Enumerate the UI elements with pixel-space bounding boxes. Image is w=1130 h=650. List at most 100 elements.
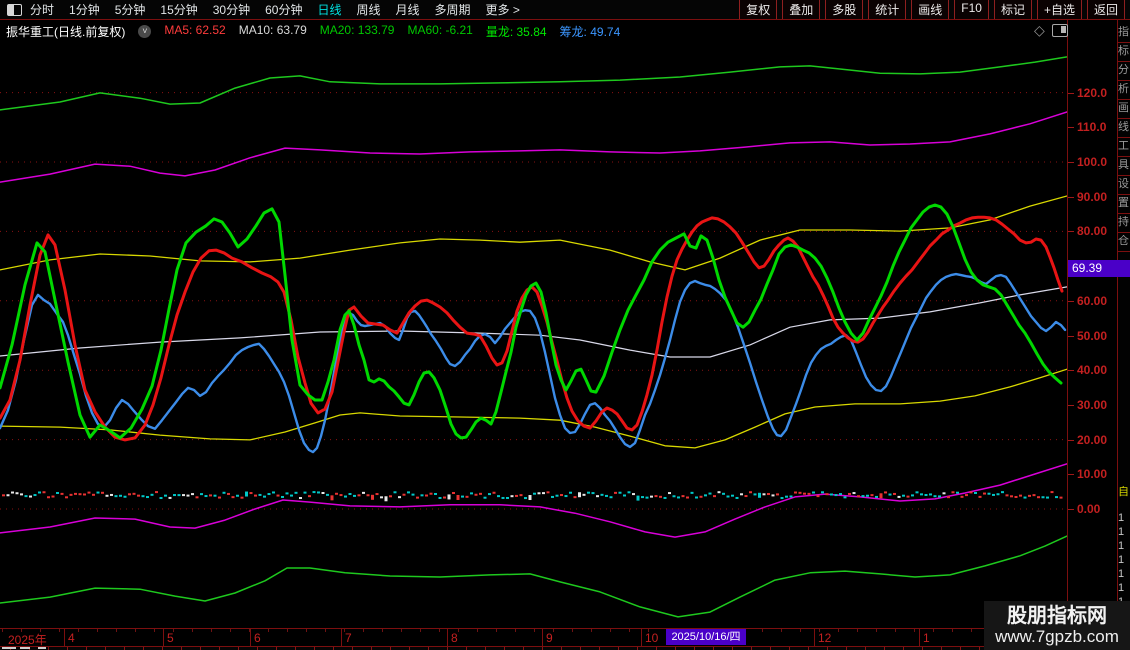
toolbar-action-button[interactable]: 复权 bbox=[739, 0, 777, 20]
window-split-icon[interactable] bbox=[7, 4, 22, 16]
diamond-icon[interactable]: ◇ bbox=[1034, 23, 1045, 37]
month-label: 10 bbox=[645, 631, 658, 645]
mini-candle bbox=[839, 493, 842, 495]
mini-candle bbox=[299, 497, 302, 499]
right-sidebar-strip[interactable]: 指标分析画线工具设置持仓自11111111 bbox=[1118, 20, 1130, 650]
toolbar-action-button[interactable]: 返回 bbox=[1087, 0, 1125, 20]
period-tab[interactable]: 月线 bbox=[396, 1, 420, 18]
mini-candle bbox=[736, 497, 739, 499]
sidebar-clipped-glyph[interactable]: 画 bbox=[1118, 102, 1130, 115]
mini-candle bbox=[767, 493, 770, 495]
mini-candle bbox=[106, 495, 109, 497]
watermark: 股朋指标网 www.7gpzb.com bbox=[984, 601, 1130, 650]
sidebar-clipped-glyph[interactable]: 具 bbox=[1118, 159, 1130, 172]
period-tab[interactable]: 15分钟 bbox=[160, 1, 197, 18]
sidebar-clipped-glyph[interactable]: 置 bbox=[1118, 197, 1130, 210]
chevron-down-icon[interactable]: ˅ bbox=[138, 25, 151, 38]
mini-candle bbox=[911, 494, 914, 496]
period-tab[interactable]: 更多 > bbox=[486, 1, 520, 18]
series-band-magenta-bottom bbox=[0, 464, 1067, 537]
mini-candle bbox=[817, 495, 820, 497]
mini-candle bbox=[1001, 491, 1004, 493]
mini-candle bbox=[34, 494, 37, 496]
sidebar-clipped-digit[interactable]: 1 bbox=[1118, 540, 1130, 553]
split-view-icon[interactable] bbox=[1052, 24, 1068, 37]
period-tab[interactable]: 周线 bbox=[356, 1, 380, 18]
price-label: 20.00 bbox=[1077, 433, 1117, 447]
chart-svg[interactable] bbox=[0, 20, 1067, 629]
sidebar-clipped-glyph[interactable]: 设 bbox=[1118, 178, 1130, 191]
mini-candle bbox=[880, 493, 883, 498]
mini-candle bbox=[686, 497, 689, 499]
toolbar-action-button[interactable]: 叠加 bbox=[782, 0, 820, 20]
sidebar-clipped-glyph[interactable]: 分 bbox=[1118, 64, 1130, 77]
sidebar-clipped-glyph-yellow[interactable]: 自 bbox=[1118, 486, 1130, 499]
mini-candle bbox=[583, 494, 586, 496]
mini-candle bbox=[254, 495, 257, 497]
sidebar-clipped-glyph[interactable]: 指 bbox=[1118, 26, 1130, 39]
period-tab[interactable]: 分时 bbox=[30, 1, 54, 18]
month-separator bbox=[641, 629, 642, 646]
sidebar-clipped-digit[interactable]: 1 bbox=[1118, 568, 1130, 581]
mini-candle bbox=[97, 492, 100, 494]
date-tick bbox=[116, 629, 117, 632]
date-tick bbox=[382, 629, 383, 632]
price-tick bbox=[1068, 301, 1074, 302]
mini-candle bbox=[956, 492, 959, 494]
mini-candle bbox=[592, 492, 595, 494]
mini-candle bbox=[862, 495, 865, 497]
date-tick bbox=[230, 629, 231, 632]
mini-candle bbox=[385, 496, 388, 501]
period-tab[interactable]: 5分钟 bbox=[115, 1, 146, 18]
toolbar-action-button[interactable]: 统计 bbox=[868, 0, 906, 20]
sidebar-clipped-digit[interactable]: 1 bbox=[1118, 554, 1130, 567]
toolbar-action-button[interactable]: 标记 bbox=[994, 0, 1032, 20]
mini-candle bbox=[866, 495, 869, 497]
mini-candle bbox=[353, 495, 356, 497]
sidebar-clipped-digit[interactable]: 1 bbox=[1118, 526, 1130, 539]
legend-item: MA20: 133.79 bbox=[320, 23, 395, 40]
mini-candle bbox=[763, 493, 766, 495]
date-tick bbox=[762, 629, 763, 632]
period-tab[interactable]: 日线 bbox=[317, 1, 341, 18]
mini-candle bbox=[812, 491, 815, 493]
period-tab[interactable]: 1分钟 bbox=[69, 1, 100, 18]
legend-item: 量龙: 35.84 bbox=[486, 23, 547, 40]
sidebar-clipped-glyph[interactable]: 仓 bbox=[1118, 235, 1130, 248]
mini-candle bbox=[614, 492, 617, 494]
mini-candle bbox=[218, 497, 221, 499]
price-tick bbox=[1068, 474, 1074, 475]
series-osc-red bbox=[0, 217, 1062, 440]
mini-candle bbox=[871, 494, 874, 496]
date-tick bbox=[78, 629, 79, 632]
mini-candle bbox=[718, 491, 721, 493]
date-tick bbox=[401, 629, 402, 632]
sidebar-clipped-glyph[interactable]: 工 bbox=[1118, 140, 1130, 153]
period-tab[interactable]: 30分钟 bbox=[213, 1, 250, 18]
period-tab[interactable]: 60分钟 bbox=[265, 1, 302, 18]
sidebar-clipped-glyph[interactable]: 标 bbox=[1118, 45, 1130, 58]
toolbar-action-button[interactable]: 多股 bbox=[825, 0, 863, 20]
mini-candle bbox=[286, 492, 289, 494]
price-tick bbox=[1068, 127, 1074, 128]
mini-candle bbox=[983, 493, 986, 495]
toolbar-action-button[interactable]: 画线 bbox=[911, 0, 949, 20]
toolbar-action-button[interactable]: +自选 bbox=[1037, 0, 1082, 20]
period-tab[interactable]: 多周期 bbox=[435, 1, 471, 18]
mini-candle bbox=[443, 497, 446, 499]
sidebar-clipped-glyph[interactable]: 持 bbox=[1118, 216, 1130, 229]
sidebar-clipped-digit[interactable]: 1 bbox=[1118, 582, 1130, 595]
mini-candle bbox=[565, 495, 568, 497]
mini-candle bbox=[587, 492, 590, 494]
date-tick bbox=[952, 629, 953, 632]
mini-candle bbox=[556, 495, 559, 497]
sidebar-clipped-digit[interactable]: 1 bbox=[1118, 512, 1130, 525]
mini-candle bbox=[884, 491, 887, 493]
toolbar-action-button[interactable]: F10 bbox=[954, 0, 989, 20]
mini-candle bbox=[448, 494, 451, 499]
month-separator bbox=[341, 629, 342, 646]
mini-candle bbox=[25, 495, 28, 497]
sidebar-clipped-glyph[interactable]: 线 bbox=[1118, 121, 1130, 134]
mini-candle bbox=[178, 494, 181, 496]
sidebar-clipped-glyph[interactable]: 析 bbox=[1118, 83, 1130, 96]
